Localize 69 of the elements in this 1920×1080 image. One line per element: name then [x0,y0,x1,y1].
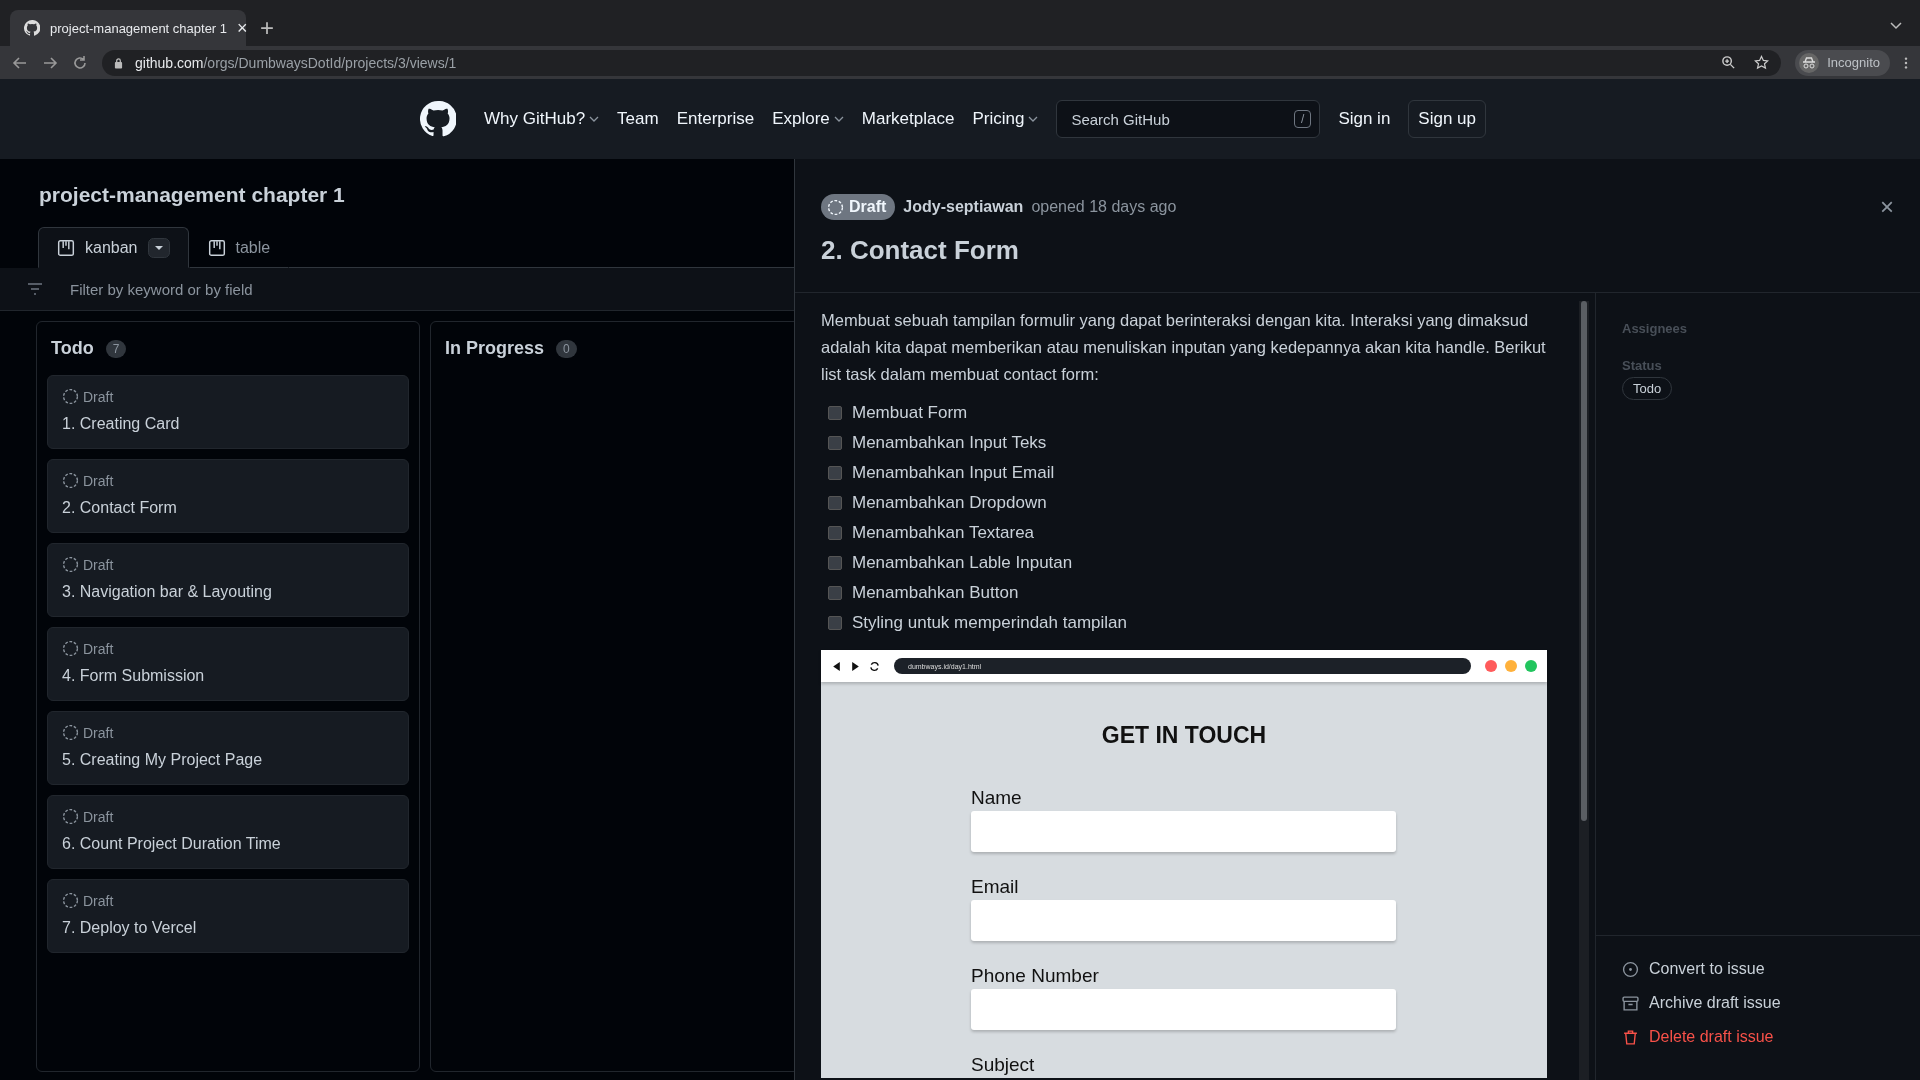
field-label: Email [971,876,1019,898]
shortcut-key: / [1294,110,1312,128]
issue-title: 2. Contact Form [821,235,1020,266]
action-link[interactable]: Archive draft issue [1622,994,1894,1012]
issue-card[interactable]: Draft 1. Creating Card [47,375,409,449]
status-label: Draft [83,640,114,657]
issue-card[interactable]: Draft 3. Navigation bar & Layouting [47,543,409,617]
card-title: 1. Creating Card [62,415,181,433]
issue-card[interactable]: Draft 4. Form Submission [47,627,409,701]
issue-card[interactable]: Draft 2. Contact Form [47,459,409,533]
issue-card[interactable]: Draft 6. Count Project Duration Time [47,795,409,869]
card-title: 3. Navigation bar & Layouting [62,583,273,601]
field-label: Phone Number [971,965,1099,987]
view-tab[interactable]: kanban [38,227,189,268]
nav-link[interactable]: Pricing [972,109,1025,129]
card-title: 5. Creating My Project Page [62,751,264,769]
new-tab-button[interactable]: + [260,14,274,42]
search-input[interactable]: Search GitHub [1069,109,1295,129]
nav-link[interactable]: Team [617,109,659,129]
card-title: 6. Count Project Duration Time [62,835,282,853]
search-field[interactable]: Search GitHub / [1056,100,1321,138]
form-heading: GET IN TOUCH [1100,722,1268,749]
project-title: project-management chapter 1 [39,183,346,207]
status-label: Draft [83,388,114,405]
field-label: Subject [971,1054,1035,1076]
status-label: Draft [83,808,114,825]
task-label: Membuat Form [852,402,968,424]
issue-card[interactable]: Draft 7. Deploy to Vercel [47,879,409,953]
field-label: Name [971,787,1022,809]
author-link[interactable]: Jody-septiawan [903,198,1024,216]
status-label: Draft [83,724,114,741]
action-link[interactable]: Delete draft issue [1622,1028,1894,1046]
task-label: Menambahkan Button [852,582,1019,604]
task-label: Menambahkan Lable Inputan [852,552,1073,574]
description: Membuat sebuah tampilan formulir yang dapat berinteraksi dengan kita. Interaksi yang dimaksud adalah kita dapat memberikan atau menuliskan inputan yang kedepannya akan kita handle. Berikut list task dalam membuat contact form: [821,310,1547,385]
filter-bar[interactable]: Filter by keyword or by field [0,268,794,311]
card-title: 7. Deploy to Vercel [62,919,198,937]
status-label: Draft [83,556,114,573]
count-badge: 0 [556,339,577,358]
count-badge: 7 [105,339,127,358]
close-tab-button[interactable]: × [237,17,248,39]
browser-tab[interactable]: project-management chapter 1 × [10,10,246,46]
close-button[interactable]: × [1880,193,1894,221]
nav-link[interactable]: Why GitHub? [484,109,586,129]
status-label: Draft [83,892,114,909]
field-label: Assignees [1622,321,1688,336]
card-title: 4. Form Submission [62,667,206,685]
nav-link[interactable]: Explore [772,109,830,129]
draft-badge: Draft [821,194,896,220]
column-title: Todo [51,338,94,359]
column-title: In Progress [445,338,545,359]
action-link[interactable]: Convert to issue [1622,960,1894,978]
task-label: Menambahkan Dropdown [852,492,1047,514]
status-label: Draft [83,472,114,489]
task-label: Menambahkan Input Email [852,462,1055,484]
filter-input[interactable]: Filter by keyword or by field [68,279,794,299]
incognito-badge[interactable]: Incognito [1795,49,1890,76]
task-label: Menambahkan Textarea [852,522,1035,544]
issue-card[interactable]: Draft 5. Creating My Project Page [47,711,409,785]
card-title: 2. Contact Form [62,499,178,517]
task-label: Menambahkan Input Teks [852,432,1047,454]
sign-up-button[interactable]: Sign up [1408,100,1487,138]
address-bar[interactable]: github.com/orgs/DumbwaysDotId/projects/3/views/1 [102,49,1782,76]
nav-link[interactable]: Marketplace [861,109,955,129]
opened-time: opened 18 days ago [1031,198,1177,216]
sign-in-link[interactable]: Sign in [1338,109,1391,129]
nav-link[interactable]: Enterprise [676,109,755,129]
task-label: Styling untuk memperindah tampilan [852,612,1127,634]
field-label: Status [1622,358,1662,373]
